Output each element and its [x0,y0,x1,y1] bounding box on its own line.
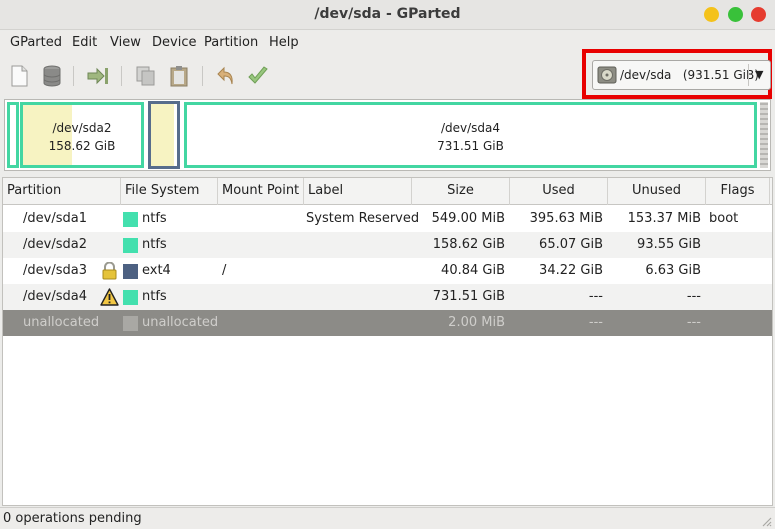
column-header-file-system[interactable]: File System [121,178,218,205]
undo-icon[interactable] [214,64,238,88]
status-bar: 0 operations pending [0,507,775,529]
disk-map-partition-sda2[interactable]: /dev/sda2 158.62 GiB [20,102,144,168]
partition-table: Partition File System Mount Point Label … [2,177,773,506]
flags-cell: boot [709,211,739,226]
fs-color-swatch [123,316,138,331]
column-header-flags[interactable]: Flags [706,178,770,205]
fs-cell: ntfs [142,289,167,304]
used-cell: --- [588,315,603,330]
partition-cell: /dev/sda2 [23,237,87,252]
partition-name: /dev/sda2 [52,121,112,135]
table-row[interactable]: /dev/sda1 ntfs System Reserved 549.00 Mi… [3,206,772,232]
disk-map-unallocated[interactable] [760,102,768,168]
warning-icon [100,288,119,306]
partition-cell: /dev/sda3 [23,263,87,278]
table-row[interactable]: /dev/sda2 ntfs 158.62 GiB 65.07 GiB 93.5… [3,232,772,258]
toolbar-separator [73,66,74,86]
disk-map: /dev/sda2 158.62 GiB /dev/sda4 731.51 Gi… [4,99,771,171]
status-text: 0 operations pending [3,511,142,526]
title-bar: /dev/sda - GParted [0,0,775,30]
fs-color-swatch [123,290,138,305]
column-header-unused[interactable]: Unused [608,178,706,205]
new-partition-icon[interactable] [7,64,31,88]
column-header-partition[interactable]: Partition [3,178,121,205]
close-button[interactable] [751,7,766,22]
copy-icon[interactable] [134,64,158,88]
size-cell: 158.62 GiB [432,237,505,252]
unused-cell: --- [686,289,701,304]
toolbar-separator [202,66,203,86]
disk-map-partition-sda4[interactable]: /dev/sda4 731.51 GiB [184,102,757,168]
fs-cell: ntfs [142,237,167,252]
menu-partition[interactable]: Partition [204,35,258,50]
device-selector[interactable]: /dev/sda (931.51 GiB) ▼ [592,60,771,90]
used-cell: --- [588,289,603,304]
partition-size: 731.51 GiB [437,139,504,153]
size-cell: 549.00 MiB [431,211,505,226]
fs-cell: ntfs [142,211,167,226]
mount-cell: / [222,263,227,278]
disk-map-partition-sda1[interactable] [7,102,19,168]
menu-device[interactable]: Device [152,35,196,50]
disk-map-partition-sda3[interactable] [148,101,180,169]
column-header-size[interactable]: Size [412,178,510,205]
table-row[interactable]: /dev/sda3 ext4 / 40.84 GiB 34.22 GiB 6.6… [3,258,772,284]
table-row[interactable]: /dev/sda4 ntfs 731.51 GiB --- --- [3,284,772,310]
column-header-mount-point[interactable]: Mount Point [218,178,304,205]
partition-size: 158.62 GiB [48,139,116,153]
resize-grip-icon[interactable] [760,515,772,527]
dropdown-arrow-icon[interactable]: ▼ [755,68,763,81]
toolbar-separator [121,66,122,86]
used-cell: 65.07 GiB [539,237,603,252]
column-header-used[interactable]: Used [510,178,608,205]
used-space-bar [151,104,174,166]
apply-icon[interactable] [246,64,270,88]
combo-separator [748,64,749,86]
paste-icon[interactable] [167,64,191,88]
fs-cell: unallocated [142,315,219,330]
menu-edit[interactable]: Edit [72,35,97,50]
menu-view[interactable]: View [110,35,141,50]
fs-color-swatch [123,212,138,227]
menu-help[interactable]: Help [269,35,299,50]
partition-cell: /dev/sda1 [23,211,87,226]
device-label: /dev/sda (931.51 GiB) [620,68,759,82]
fs-cell: ext4 [142,263,171,278]
table-row-selected[interactable]: unallocated unallocated 2.00 MiB --- --- [3,310,772,336]
size-cell: 731.51 GiB [432,289,505,304]
unused-cell: 153.37 MiB [627,211,701,226]
used-space-bar [23,105,72,165]
size-cell: 40.84 GiB [441,263,505,278]
used-cell: 395.63 MiB [529,211,603,226]
table-header: Partition File System Mount Point Label … [3,178,772,205]
menu-gparted[interactable]: GParted [10,35,62,50]
label-cell: System Reserved [306,211,420,226]
partition-cell: /dev/sda4 [23,289,87,304]
minimize-button[interactable] [704,7,719,22]
used-cell: 34.22 GiB [539,263,603,278]
unused-cell: 93.55 GiB [637,237,701,252]
partition-cell: unallocated [23,315,100,330]
column-header-label[interactable]: Label [304,178,412,205]
size-cell: 2.00 MiB [448,315,505,330]
unused-cell: 6.63 GiB [645,263,701,278]
fs-color-swatch [123,238,138,253]
hard-disk-icon [597,66,617,84]
lock-icon [102,262,117,280]
window-title: /dev/sda - GParted [314,6,461,22]
delete-partition-icon[interactable] [40,64,64,88]
maximize-button[interactable] [728,7,743,22]
resize-move-icon[interactable] [86,64,110,88]
unused-cell: --- [686,315,701,330]
partition-name: /dev/sda4 [440,121,501,135]
fs-color-swatch [123,264,138,279]
